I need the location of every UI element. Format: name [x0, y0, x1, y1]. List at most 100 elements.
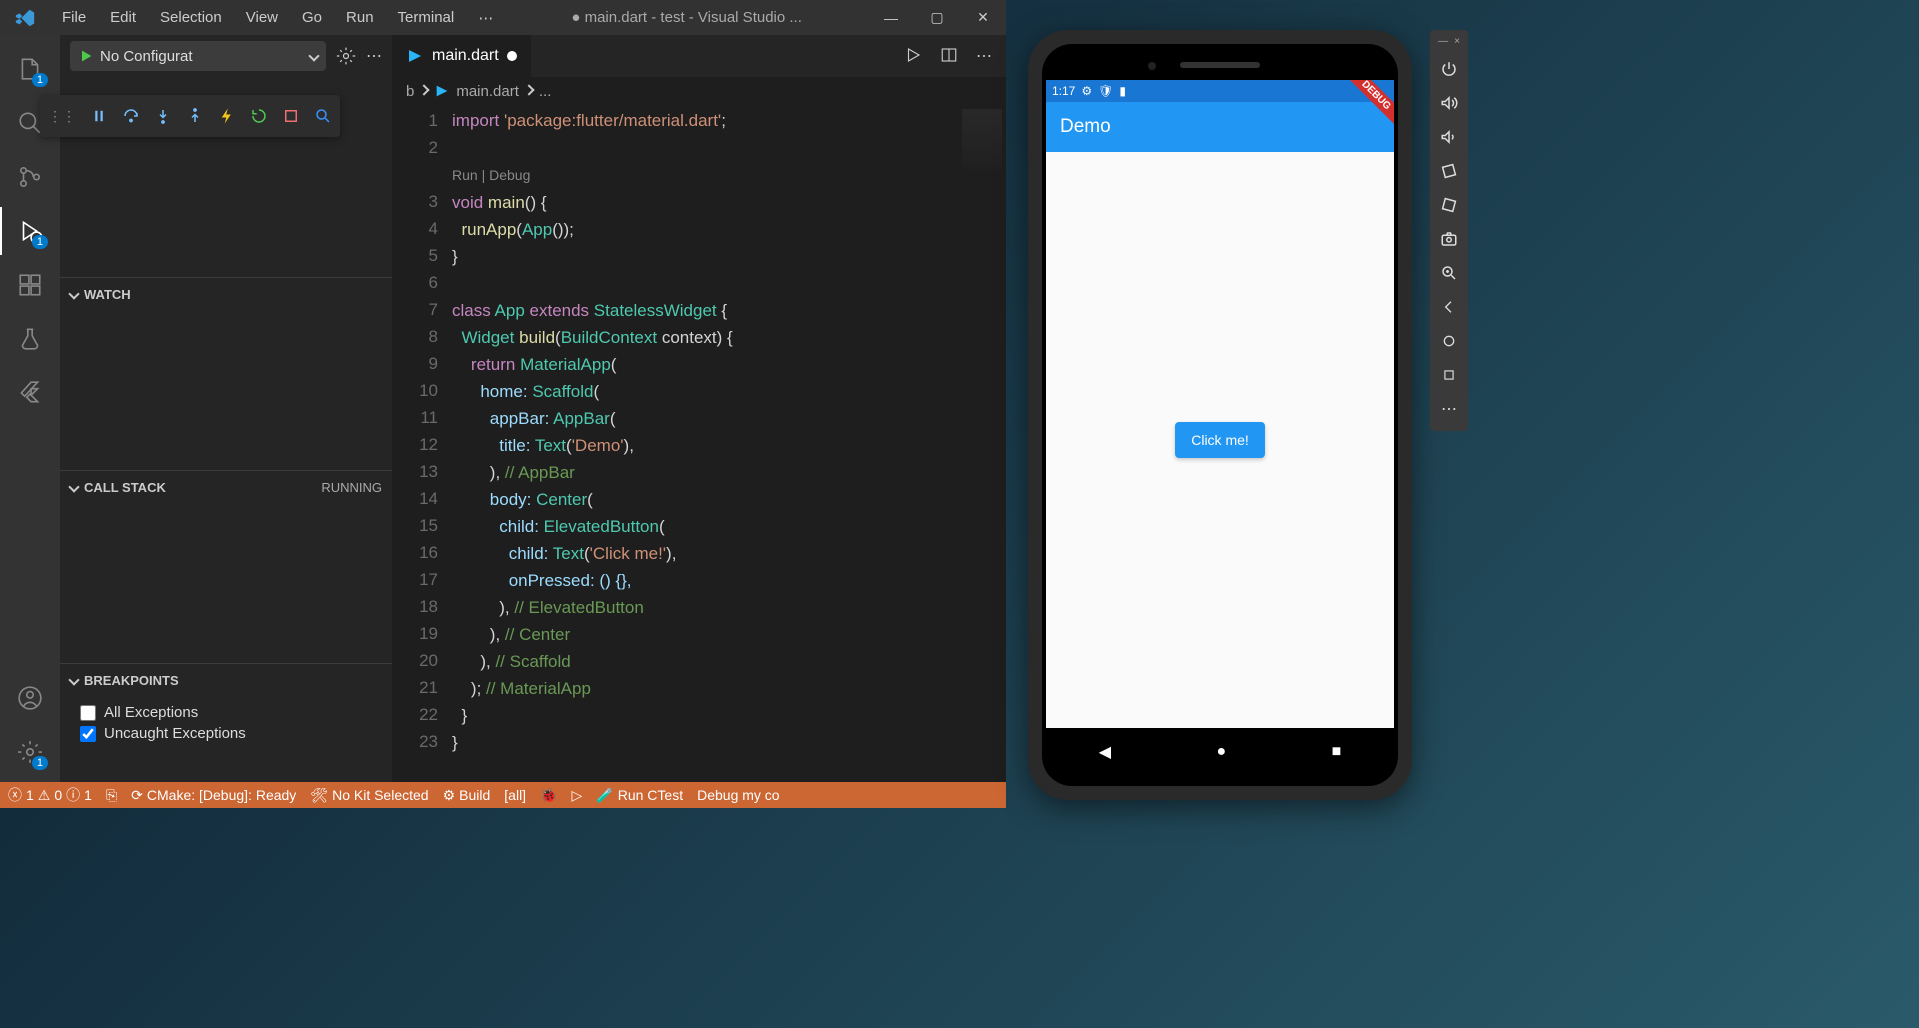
- click-me-button[interactable]: Click me!: [1175, 422, 1265, 458]
- status-play-icon[interactable]: ▷: [572, 787, 583, 804]
- rotate-right-icon[interactable]: [1433, 189, 1465, 221]
- camera-icon: [1148, 62, 1156, 70]
- more-icon[interactable]: ⋯: [366, 46, 382, 66]
- status-debugmy[interactable]: Debug my co: [697, 787, 779, 803]
- gear-icon[interactable]: [336, 46, 356, 66]
- rotate-left-icon[interactable]: [1433, 155, 1465, 187]
- volume-down-icon[interactable]: [1433, 121, 1465, 153]
- accounts-icon[interactable]: [6, 674, 54, 722]
- emulator-toolbar: — × ⋯: [1430, 30, 1468, 431]
- emu-minimize-icon[interactable]: —: [1438, 36, 1448, 47]
- tab-label: main.dart: [432, 47, 499, 65]
- settings-badge: 1: [32, 756, 48, 770]
- step-over-icon[interactable]: [122, 107, 140, 125]
- dirty-dot-icon: [507, 51, 517, 61]
- window-title: ● main.dart - test - Visual Studio ...: [505, 9, 868, 26]
- editor-more-icon[interactable]: ⋯: [976, 46, 992, 66]
- status-build[interactable]: ⚙ Build: [443, 787, 491, 804]
- volume-up-icon[interactable]: [1433, 87, 1465, 119]
- bp-uncaught-checkbox[interactable]: [80, 726, 96, 742]
- phone-time: 1:17: [1052, 84, 1075, 98]
- menu-terminal[interactable]: Terminal: [386, 9, 467, 26]
- zoom-icon[interactable]: [1433, 257, 1465, 289]
- callstack-header[interactable]: CALL STACKRUNNING: [60, 471, 392, 503]
- breakpoints-panel: BREAKPOINTS All Exceptions Uncaught Exce…: [60, 663, 392, 750]
- emu-overview-icon[interactable]: [1433, 359, 1465, 391]
- watch-header[interactable]: WATCH: [60, 278, 392, 310]
- run-config-select[interactable]: No Configurat: [70, 41, 326, 71]
- android-emulator: 1:17 ⚙ 🛡 ▮ DEBUG Demo Click me! ◀ ● ■: [1028, 30, 1412, 800]
- status-debug-icon[interactable]: 🐞: [540, 787, 557, 804]
- emu-close-icon[interactable]: ×: [1454, 36, 1460, 47]
- app-title: Demo: [1060, 116, 1111, 138]
- android-navbar: ◀ ● ■: [1046, 728, 1394, 776]
- emu-more-icon[interactable]: ⋯: [1433, 393, 1465, 425]
- flutter-appbar: Demo: [1046, 102, 1394, 152]
- minimap[interactable]: [962, 109, 1002, 169]
- minimize-icon[interactable]: —: [868, 10, 914, 26]
- flutter-body: Click me!: [1046, 152, 1394, 728]
- home-icon[interactable]: ●: [1216, 743, 1226, 761]
- chevron-down-icon: [308, 50, 319, 61]
- emulator-screen[interactable]: 1:17 ⚙ 🛡 ▮ DEBUG Demo Click me!: [1046, 80, 1394, 728]
- callstack-panel: CALL STACKRUNNING: [60, 470, 392, 663]
- step-out-icon[interactable]: [186, 107, 204, 125]
- breadcrumb[interactable]: b main.dart ...: [392, 77, 1006, 105]
- pause-icon[interactable]: [90, 107, 108, 125]
- settings-icon[interactable]: 1: [6, 728, 54, 776]
- callstack-status: RUNNING: [321, 480, 382, 495]
- power-icon[interactable]: [1433, 53, 1465, 85]
- status-remote-icon[interactable]: ⎘: [106, 787, 117, 804]
- code-editor[interactable]: 1234567891011121314151617181920212223 im…: [392, 105, 1006, 782]
- breakpoints-header[interactable]: BREAKPOINTS: [60, 664, 392, 696]
- menu-run[interactable]: Run: [334, 9, 386, 26]
- menu-selection[interactable]: Selection: [148, 9, 234, 26]
- test-icon[interactable]: [6, 315, 54, 363]
- emu-home-icon[interactable]: [1433, 325, 1465, 357]
- code-content[interactable]: import 'package:flutter/material.dart'; …: [452, 105, 1006, 782]
- tab-main-dart[interactable]: main.dart: [392, 35, 531, 77]
- run-debug-icon[interactable]: 1: [6, 207, 54, 255]
- menu-edit[interactable]: Edit: [98, 9, 148, 26]
- screenshot-icon[interactable]: [1433, 223, 1465, 255]
- menu-overflow-icon[interactable]: ⋯: [466, 9, 505, 27]
- main-area: 1 1: [0, 35, 1006, 782]
- menu-view[interactable]: View: [234, 9, 290, 26]
- flutter-icon[interactable]: [6, 369, 54, 417]
- grip-icon[interactable]: ⋮⋮: [48, 108, 76, 125]
- status-cmake[interactable]: ⟳ CMake: [Debug]: Ready: [131, 787, 296, 804]
- status-ctest[interactable]: 🧪 Run CTest: [596, 787, 683, 804]
- run-config-label: No Configurat: [100, 48, 193, 65]
- inspect-icon[interactable]: [314, 107, 332, 125]
- stop-icon[interactable]: [282, 107, 300, 125]
- status-target[interactable]: [all]: [504, 787, 526, 803]
- chevron-down-icon: [68, 481, 79, 492]
- emu-back-icon[interactable]: [1433, 291, 1465, 323]
- bp-all-checkbox[interactable]: [80, 705, 96, 721]
- extensions-icon[interactable]: [6, 261, 54, 309]
- step-into-icon[interactable]: [154, 107, 172, 125]
- source-control-icon[interactable]: [6, 153, 54, 201]
- line-gutter: 1234567891011121314151617181920212223: [392, 105, 452, 782]
- menu-file[interactable]: File: [50, 9, 98, 26]
- codelens-run-debug[interactable]: Run | Debug: [452, 167, 530, 183]
- titlebar: File Edit Selection View Go Run Terminal…: [0, 0, 1006, 35]
- status-kit[interactable]: 🛠 No Kit Selected: [310, 787, 428, 804]
- status-errors[interactable]: ⓧ 1 ⚠ 0 ⓘ 1: [8, 785, 92, 805]
- bp-all-exceptions[interactable]: All Exceptions: [80, 704, 372, 721]
- back-icon[interactable]: ◀: [1099, 742, 1111, 762]
- chevron-right-icon: [419, 84, 430, 95]
- restart-icon[interactable]: [250, 107, 268, 125]
- hot-reload-icon[interactable]: [218, 107, 236, 125]
- maximize-icon[interactable]: ▢: [914, 9, 960, 26]
- run-editor-icon[interactable]: [904, 46, 922, 64]
- menu-go[interactable]: Go: [290, 9, 334, 26]
- debug-toolbar[interactable]: ⋮⋮: [40, 95, 340, 137]
- split-editor-icon[interactable]: [940, 46, 958, 64]
- bp-uncaught-exceptions[interactable]: Uncaught Exceptions: [80, 725, 372, 742]
- shield-small-icon: 🛡: [1098, 84, 1113, 98]
- explorer-icon[interactable]: 1: [6, 45, 54, 93]
- close-icon[interactable]: ✕: [960, 9, 1006, 26]
- recent-icon[interactable]: ■: [1332, 743, 1342, 761]
- chevron-right-icon: [523, 84, 534, 95]
